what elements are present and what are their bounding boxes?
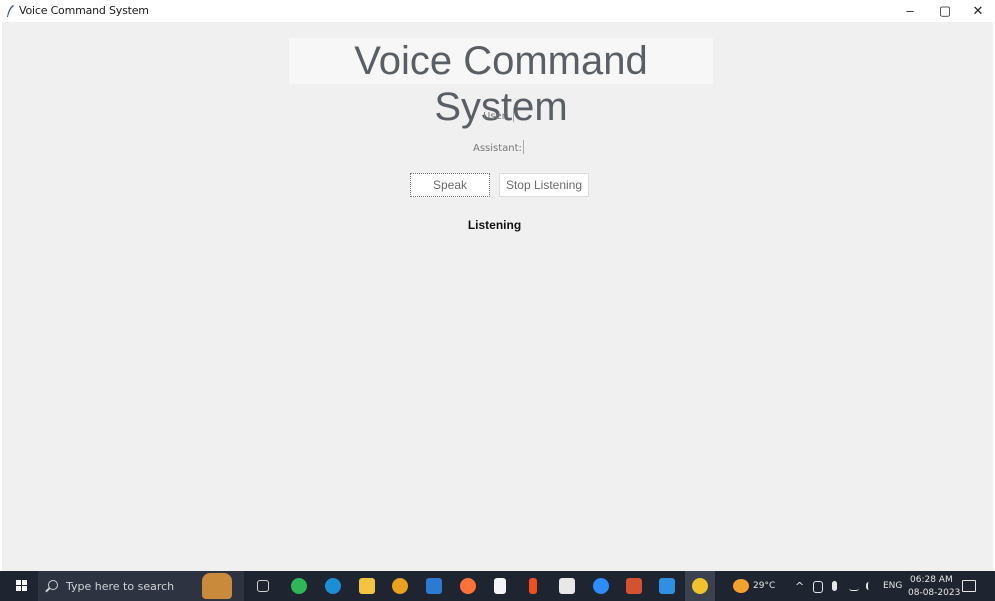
store-icon[interactable] — [559, 578, 575, 594]
search-placeholder: Type here to search — [66, 580, 175, 593]
window-title: Voice Command System — [19, 4, 149, 17]
weather-icon[interactable] — [733, 579, 749, 593]
chrome-icon[interactable] — [392, 578, 408, 594]
figma-icon[interactable] — [529, 578, 537, 594]
speak-button[interactable]: Speak — [410, 173, 490, 197]
speaker-icon[interactable] — [866, 582, 878, 590]
user-text-field — [513, 108, 514, 122]
powerpoint-icon[interactable] — [626, 578, 642, 594]
edge-icon[interactable] — [325, 578, 341, 594]
microphone-icon[interactable] — [832, 581, 837, 591]
feather-icon — [7, 5, 14, 17]
page-title: Voice Command System — [289, 38, 713, 129]
python-icon[interactable] — [692, 578, 708, 594]
taskbar: Type here to search 29°C ^ ENG 06:28 AM … — [0, 571, 995, 601]
windows-start-icon[interactable] — [8, 571, 36, 601]
user-label: User: — [483, 111, 509, 122]
notepad-icon[interactable] — [494, 578, 506, 594]
wifi-icon[interactable] — [849, 582, 859, 591]
language-indicator[interactable]: ENG — [883, 581, 902, 591]
assistant-label: Assistant: — [473, 143, 522, 154]
weather-temp[interactable]: 29°C — [753, 581, 775, 591]
maximize-button[interactable]: ▢ — [928, 0, 962, 22]
app-client-area: Voice Command System User: Assistant: Sp… — [2, 22, 993, 571]
clock-time[interactable]: 06:28 AM — [910, 575, 953, 585]
mail-icon[interactable] — [426, 578, 442, 594]
whatsapp-icon[interactable] — [291, 578, 307, 594]
assistant-text-field — [523, 140, 524, 154]
stop-listening-button[interactable]: Stop Listening — [499, 173, 589, 197]
minimize-button[interactable]: – — [893, 0, 927, 22]
battery-icon[interactable] — [813, 581, 823, 593]
chevron-up-icon[interactable]: ^ — [795, 580, 804, 593]
search-icon — [48, 580, 58, 590]
status-label: Listening — [467, 218, 522, 232]
notification-icon[interactable] — [962, 580, 976, 592]
vscode-icon[interactable] — [659, 578, 675, 594]
search-highlight-cat-icon — [202, 573, 232, 599]
task-view-icon[interactable] — [257, 580, 269, 592]
close-button[interactable]: ✕ — [961, 0, 995, 22]
file-explorer-icon[interactable] — [359, 578, 375, 594]
window-titlebar: Voice Command System – ▢ ✕ — [0, 0, 995, 22]
firefox-icon[interactable] — [460, 578, 476, 594]
clock-date[interactable]: 08-08-2023 — [908, 588, 960, 598]
zoom-icon[interactable] — [593, 578, 609, 594]
